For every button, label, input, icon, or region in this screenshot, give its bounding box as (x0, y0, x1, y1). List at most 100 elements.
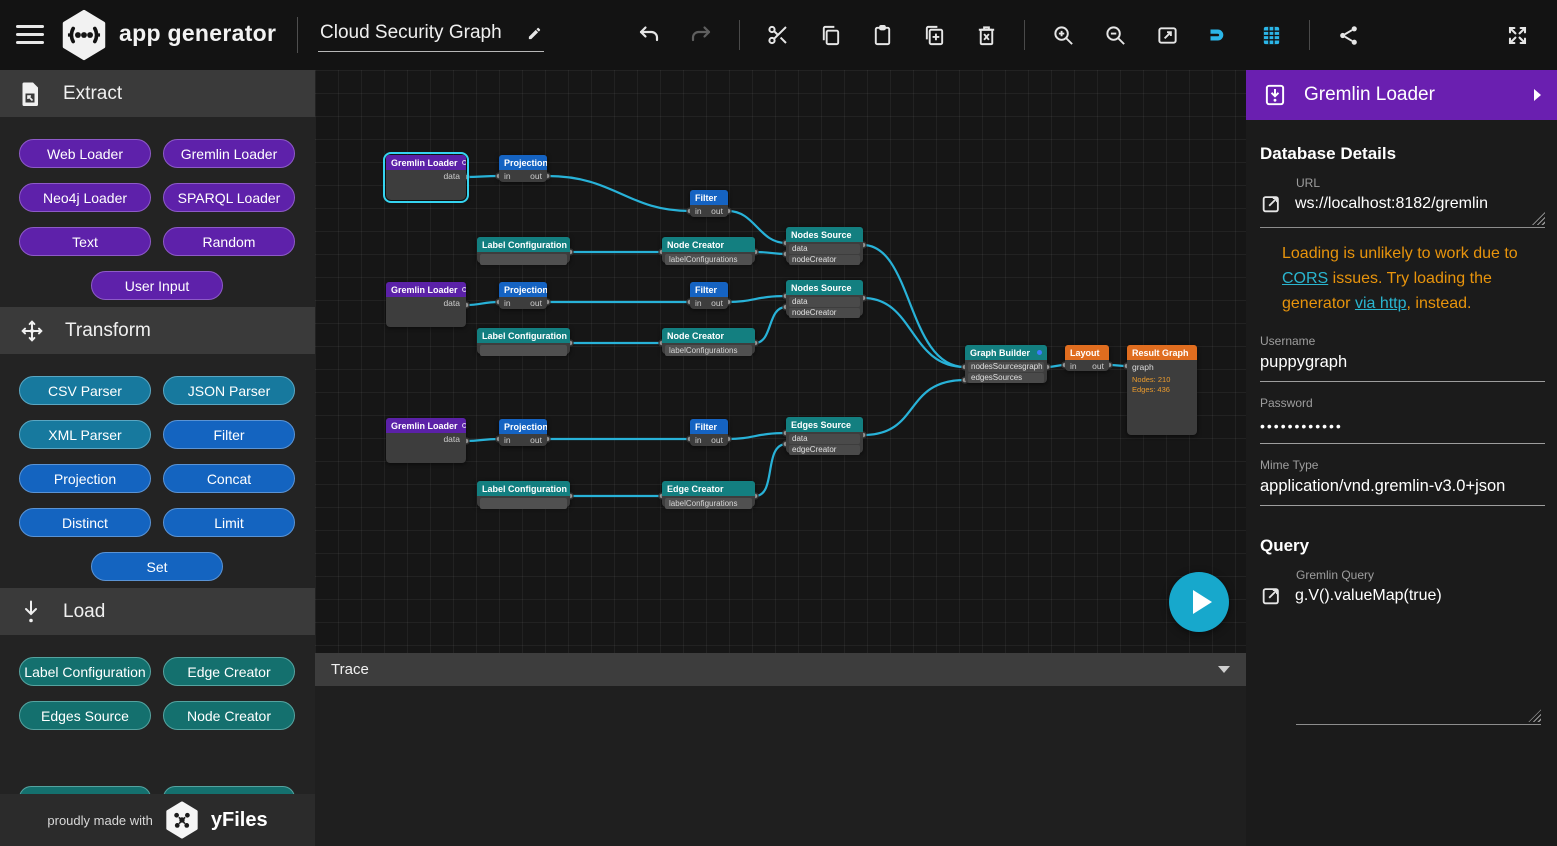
via-http-link[interactable]: via http (1355, 295, 1407, 312)
transform-buttons: CSV Parser JSON Parser XML Parser Filter… (0, 354, 315, 581)
zoom-out-button[interactable] (1101, 19, 1129, 51)
node-nodes-source-2[interactable]: Nodes Source data nodeCreator (786, 280, 863, 316)
copy-button[interactable] (816, 19, 844, 51)
delete-icon (975, 24, 998, 47)
palette-button-web-loader[interactable]: Web Loader (19, 139, 151, 168)
palette-button-neo4j-loader[interactable]: Neo4j Loader (19, 183, 151, 212)
node-label-configuration-3[interactable]: Label Configuration (477, 481, 570, 507)
resize-handle[interactable] (1528, 709, 1541, 722)
graph-canvas[interactable]: Gremlin Loader data Projection inout Fil… (315, 70, 1246, 653)
node-projection-3[interactable]: Projection inout (499, 419, 547, 446)
url-field[interactable]: ws://localhost:8182/gremlin (1260, 193, 1545, 228)
username-field[interactable]: Username puppygraph (1260, 334, 1545, 382)
undo-button[interactable] (635, 19, 663, 51)
node-nodes-source-1[interactable]: Nodes Source data nodeCreator (786, 227, 863, 263)
palette-button-gremlin-loader[interactable]: Gremlin Loader (163, 139, 295, 168)
node-layout[interactable]: Layout inout (1065, 345, 1109, 371)
warning-text: , instead. (1407, 295, 1472, 312)
password-field[interactable]: Password •••••••••••• (1260, 396, 1545, 444)
node-edge-creator[interactable]: Edge Creator labelConfigurations (662, 481, 755, 507)
palette-button-sparql-loader[interactable]: SPARQL Loader (163, 183, 295, 212)
palette-button-distinct[interactable]: Distinct (19, 508, 151, 537)
palette-button-csv-parser[interactable]: CSV Parser (19, 376, 151, 405)
transform-icon (19, 318, 45, 344)
properties-panel: Gremlin Loader Database Details URL ws:/… (1246, 70, 1557, 846)
node-edges-source[interactable]: Edges Source data edgeCreator (786, 417, 863, 453)
node-node-creator-1[interactable]: Node Creator labelConfigurations (662, 237, 755, 263)
palette-button-set[interactable]: Set (91, 552, 223, 581)
app-name: app generator (119, 20, 276, 47)
palette-button-node-creator[interactable]: Node Creator (163, 701, 295, 730)
username-value[interactable]: puppygraph (1260, 348, 1545, 382)
node-gremlin-loader-2[interactable]: Gremlin Loader data (386, 282, 466, 327)
extract-buttons: Web Loader Gremlin Loader Neo4j Loader S… (0, 117, 315, 300)
delete-button[interactable] (972, 19, 1000, 51)
share-button[interactable] (1334, 19, 1362, 51)
node-projection-1[interactable]: Projection inout (499, 155, 547, 182)
project-title-input[interactable] (318, 18, 514, 44)
gremlin-query-textarea[interactable] (1296, 607, 1541, 725)
palette-button-limit[interactable]: Limit (163, 508, 295, 537)
password-value[interactable]: •••••••••••• (1260, 410, 1545, 444)
palette-button-edges-source[interactable]: Edges Source (19, 701, 151, 730)
mime-type-value[interactable]: application/vnd.gremlin-v3.0+json (1260, 472, 1545, 506)
node-gremlin-loader-3[interactable]: Gremlin Loader data (386, 418, 466, 463)
node-graph-builder[interactable]: Graph Builder nodesSourcesgraph edgesSou… (965, 345, 1047, 383)
status-dot (1037, 350, 1042, 355)
node-filter-3[interactable]: Filter inout (690, 419, 728, 446)
node-filter-2[interactable]: Filter inout (690, 282, 728, 309)
query-heading: Query (1260, 536, 1545, 556)
palette-button-edge-creator[interactable]: Edge Creator (163, 657, 295, 686)
node-label-configuration-2[interactable]: Label Configuration (477, 328, 570, 354)
trace-bar[interactable]: Trace (315, 653, 1246, 686)
palette-button-label-configuration[interactable]: Label Configuration (19, 657, 151, 686)
toolbar-divider (1309, 20, 1310, 50)
zoom-in-button[interactable] (1049, 19, 1077, 51)
gremlin-query-field[interactable]: g.V().valueMap(true) (1260, 585, 1545, 607)
load-icon (19, 599, 43, 625)
fit-view-button[interactable] (1153, 19, 1181, 51)
palette-sidebar: Extract Web Loader Gremlin Loader Neo4j … (0, 70, 315, 846)
collapse-panel-icon[interactable] (1534, 89, 1541, 101)
palette-button-concat[interactable]: Concat (163, 464, 295, 493)
mime-type-field[interactable]: Mime Type application/vnd.gremlin-v3.0+j… (1260, 458, 1545, 506)
fullscreen-button[interactable] (1503, 19, 1531, 51)
palette-button-json-parser[interactable]: JSON Parser (163, 376, 295, 405)
chevron-down-icon[interactable] (1218, 666, 1230, 673)
paste-button[interactable] (868, 19, 896, 51)
node-filter-1[interactable]: Filter inout (690, 190, 728, 217)
palette-button-random[interactable]: Random (163, 227, 295, 256)
node-node-creator-2[interactable]: Node Creator labelConfigurations (662, 328, 755, 354)
open-in-new-icon[interactable] (1260, 585, 1282, 607)
url-value[interactable]: ws://localhost:8182/gremlin (1295, 195, 1488, 213)
palette-button-xml-parser[interactable]: XML Parser (19, 420, 151, 449)
resize-handle[interactable] (1532, 212, 1545, 225)
palette-button-projection[interactable]: Projection (19, 464, 151, 493)
open-in-new-icon[interactable] (1260, 193, 1282, 215)
node-label-configuration-1[interactable]: Label Configuration (477, 237, 570, 263)
palette-button-filter[interactable]: Filter (163, 420, 295, 449)
cors-warning: Loading is unlikely to work due to CORS … (1282, 242, 1542, 316)
duplicate-button[interactable] (920, 19, 948, 51)
snap-magnet-icon (1207, 23, 1231, 47)
cors-link[interactable]: CORS (1282, 270, 1328, 287)
menu-icon[interactable] (16, 25, 44, 45)
cut-button[interactable] (764, 19, 792, 51)
node-result-graph[interactable]: Result Graph graph Nodes: 210 Edges: 436 (1127, 345, 1197, 435)
panel-body: Database Details URL ws://localhost:8182… (1246, 120, 1557, 725)
project-title-field[interactable] (318, 18, 544, 52)
gremlin-query-value[interactable]: g.V().valueMap(true) (1295, 587, 1442, 605)
grid-button[interactable] (1257, 19, 1285, 51)
gremlin-loader-icon (1262, 82, 1288, 108)
run-button[interactable] (1169, 572, 1229, 632)
redo-button[interactable] (687, 19, 715, 51)
trace-content (315, 686, 1246, 846)
palette-button-text[interactable]: Text (19, 227, 151, 256)
snap-magnet-button[interactable] (1205, 19, 1233, 51)
copy-icon (819, 24, 842, 47)
result-nodes-count: Nodes: 210 (1132, 375, 1192, 385)
palette-button-user-input[interactable]: User Input (91, 271, 223, 300)
edit-pencil-icon (527, 26, 542, 41)
node-projection-2[interactable]: Projection inout (499, 282, 547, 309)
node-gremlin-loader-1[interactable]: Gremlin Loader data (386, 155, 466, 200)
